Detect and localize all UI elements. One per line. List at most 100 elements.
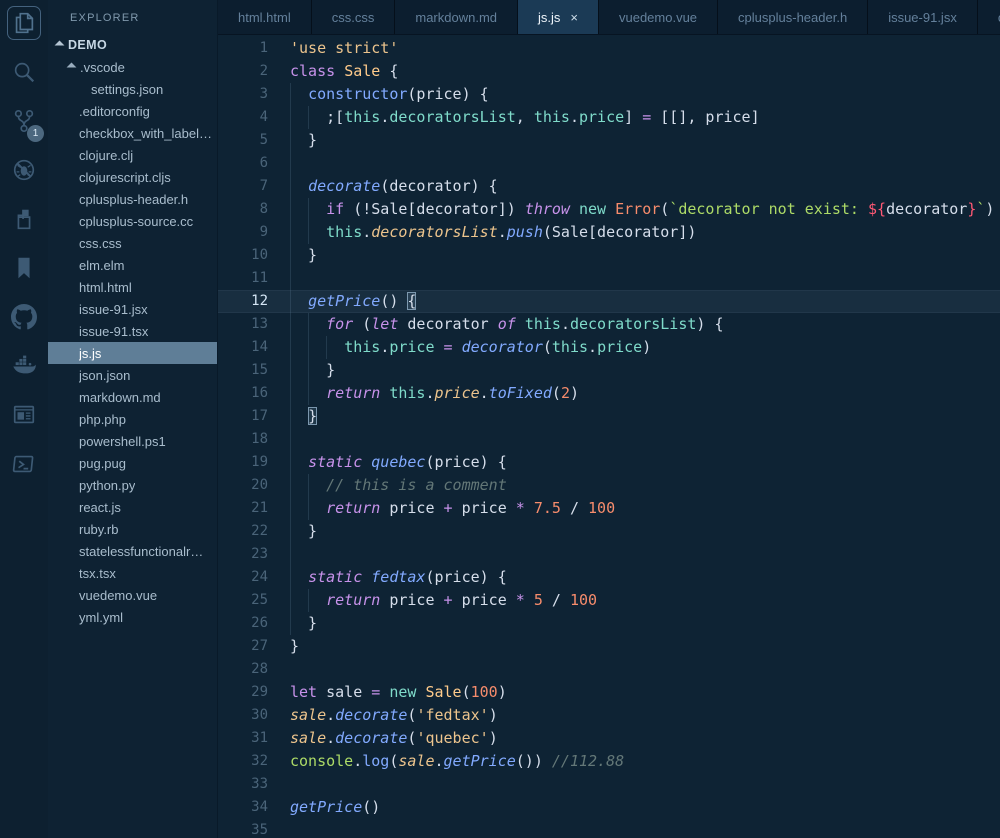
line-text[interactable]: return price + price * 5 / 100 xyxy=(290,589,1000,612)
line-text[interactable]: } xyxy=(290,244,1000,267)
line-number[interactable]: 3 xyxy=(218,83,268,106)
debug-off-icon[interactable] xyxy=(7,153,41,187)
line-text[interactable]: class Sale { xyxy=(290,60,1000,83)
line-text[interactable] xyxy=(290,428,1000,451)
code-line[interactable]: 19 static quebec(price) { xyxy=(218,451,1000,474)
tab-cp[interactable]: cp xyxy=(978,0,1000,34)
code-line[interactable]: 8 if (!Sale[decorator]) throw new Error(… xyxy=(218,198,1000,221)
line-text[interactable]: if (!Sale[decorator]) throw new Error(`d… xyxy=(290,198,1000,221)
file-item-pug.pug[interactable]: pug.pug xyxy=(48,452,217,474)
line-number[interactable]: 17 xyxy=(218,405,268,428)
file-item-issue-91.tsx[interactable]: issue-91.tsx xyxy=(48,320,217,342)
file-item-issue-91.jsx[interactable]: issue-91.jsx xyxy=(48,298,217,320)
code-line[interactable]: 33 xyxy=(218,773,1000,796)
file-item-cplusplus-header.h[interactable]: cplusplus-header.h xyxy=(48,188,217,210)
file-item-html.html[interactable]: html.html xyxy=(48,276,217,298)
docker-icon[interactable] xyxy=(7,349,41,383)
line-number[interactable]: 33 xyxy=(218,773,268,796)
file-item-yml.yml[interactable]: yml.yml xyxy=(48,606,217,628)
line-number[interactable]: 14 xyxy=(218,336,268,359)
line-text[interactable]: sale.decorate('fedtax') xyxy=(290,704,1000,727)
line-number[interactable]: 10 xyxy=(218,244,268,267)
line-text[interactable]: let sale = new Sale(100) xyxy=(290,681,1000,704)
code-line[interactable]: 9 this.decoratorsList.push(Sale[decorato… xyxy=(218,221,1000,244)
tab-markdown.md[interactable]: markdown.md xyxy=(395,0,518,34)
file-item-checkbox_with_label[interactable]: checkbox_with_label… xyxy=(48,122,217,144)
file-item-settings.json[interactable]: settings.json xyxy=(48,78,217,100)
code-line[interactable]: 31 sale.decorate('quebec') xyxy=(218,727,1000,750)
line-text[interactable]: console.log(sale.getPrice()) //112.88 xyxy=(290,750,1000,773)
line-number[interactable]: 27 xyxy=(218,635,268,658)
line-text[interactable]: } xyxy=(290,612,1000,635)
code-line[interactable]: 4 ;[this.decoratorsList, this.price] = [… xyxy=(218,106,1000,129)
file-item-clojurescript.cljs[interactable]: clojurescript.cljs xyxy=(48,166,217,188)
line-number[interactable]: 11 xyxy=(218,267,268,290)
folder-expand-icon[interactable] xyxy=(67,62,77,72)
line-number[interactable]: 19 xyxy=(218,451,268,474)
file-item-tsx.tsx[interactable]: tsx.tsx xyxy=(48,562,217,584)
github-icon[interactable] xyxy=(7,300,41,334)
line-number[interactable]: 21 xyxy=(218,497,268,520)
code-line[interactable]: 35 xyxy=(218,819,1000,838)
code-line[interactable]: 32console.log(sale.getPrice()) //112.88 xyxy=(218,750,1000,773)
search-icon[interactable] xyxy=(7,55,41,89)
line-text[interactable]: constructor(price) { xyxy=(290,83,1000,106)
line-number[interactable]: 1 xyxy=(218,37,268,60)
line-number[interactable]: 20 xyxy=(218,474,268,497)
line-text[interactable]: } xyxy=(290,635,1000,658)
line-number[interactable]: 6 xyxy=(218,152,268,175)
line-text[interactable]: static quebec(price) { xyxy=(290,451,1000,474)
line-number[interactable]: 31 xyxy=(218,727,268,750)
code-line[interactable]: 30 sale.decorate('fedtax') xyxy=(218,704,1000,727)
code-line[interactable]: 25 return price + price * 5 / 100 xyxy=(218,589,1000,612)
line-text[interactable] xyxy=(290,658,1000,681)
line-text[interactable] xyxy=(290,267,1000,290)
line-text[interactable]: 'use strict' xyxy=(290,37,1000,60)
code-line[interactable]: 18 xyxy=(218,428,1000,451)
source-control-icon[interactable]: 1 xyxy=(7,104,41,138)
code-line[interactable]: 20 // this is a comment xyxy=(218,474,1000,497)
line-text[interactable]: for (let decorator of this.decoratorsLis… xyxy=(290,313,1000,336)
line-number[interactable]: 15 xyxy=(218,359,268,382)
tab-css.css[interactable]: css.css xyxy=(312,0,396,34)
line-number[interactable]: 23 xyxy=(218,543,268,566)
line-text[interactable]: // this is a comment xyxy=(290,474,1000,497)
tab-js.js[interactable]: js.js× xyxy=(518,0,599,34)
file-item-react.js[interactable]: react.js xyxy=(48,496,217,518)
line-number[interactable]: 2 xyxy=(218,60,268,83)
line-number[interactable]: 22 xyxy=(218,520,268,543)
code-line[interactable]: 5 } xyxy=(218,129,1000,152)
line-text[interactable] xyxy=(290,152,1000,175)
code-editor[interactable]: 1'use strict'2class Sale {3 constructor(… xyxy=(218,35,1000,838)
file-item-php.php[interactable]: php.php xyxy=(48,408,217,430)
code-line[interactable]: 6 xyxy=(218,152,1000,175)
line-number[interactable]: 9 xyxy=(218,221,268,244)
file-item-ruby.rb[interactable]: ruby.rb xyxy=(48,518,217,540)
line-text[interactable]: } xyxy=(290,359,1000,382)
code-line[interactable]: 10 } xyxy=(218,244,1000,267)
folder-item-.vscode[interactable]: .vscode xyxy=(48,56,217,78)
line-number[interactable]: 8 xyxy=(218,198,268,221)
code-line[interactable]: 3 constructor(price) { xyxy=(218,83,1000,106)
line-number[interactable]: 30 xyxy=(218,704,268,727)
code-line[interactable]: 34getPrice() xyxy=(218,796,1000,819)
code-line[interactable]: 2 class Sale { xyxy=(218,60,1000,83)
file-item-vuedemo.vue[interactable]: vuedemo.vue xyxy=(48,584,217,606)
code-line[interactable]: 22 } xyxy=(218,520,1000,543)
code-line[interactable]: 24 static fedtax(price) { xyxy=(218,566,1000,589)
explorer-icon[interactable] xyxy=(7,6,41,40)
powershell-icon[interactable] xyxy=(7,447,41,481)
file-item-.editorconfig[interactable]: .editorconfig xyxy=(48,100,217,122)
file-item-json.json[interactable]: json.json xyxy=(48,364,217,386)
line-number[interactable]: 34 xyxy=(218,796,268,819)
code-line[interactable]: 17 } xyxy=(218,405,1000,428)
code-line[interactable]: 29let sale = new Sale(100) xyxy=(218,681,1000,704)
code-line[interactable]: 28 xyxy=(218,658,1000,681)
line-text[interactable] xyxy=(290,543,1000,566)
line-text[interactable]: return price + price * 7.5 / 100 xyxy=(290,497,1000,520)
line-text[interactable]: this.decoratorsList.push(Sale[decorator]… xyxy=(290,221,1000,244)
line-text[interactable]: } xyxy=(290,405,1000,428)
file-item-cplusplus-source.cc[interactable]: cplusplus-source.cc xyxy=(48,210,217,232)
code-line[interactable]: 26 } xyxy=(218,612,1000,635)
line-text[interactable]: sale.decorate('quebec') xyxy=(290,727,1000,750)
